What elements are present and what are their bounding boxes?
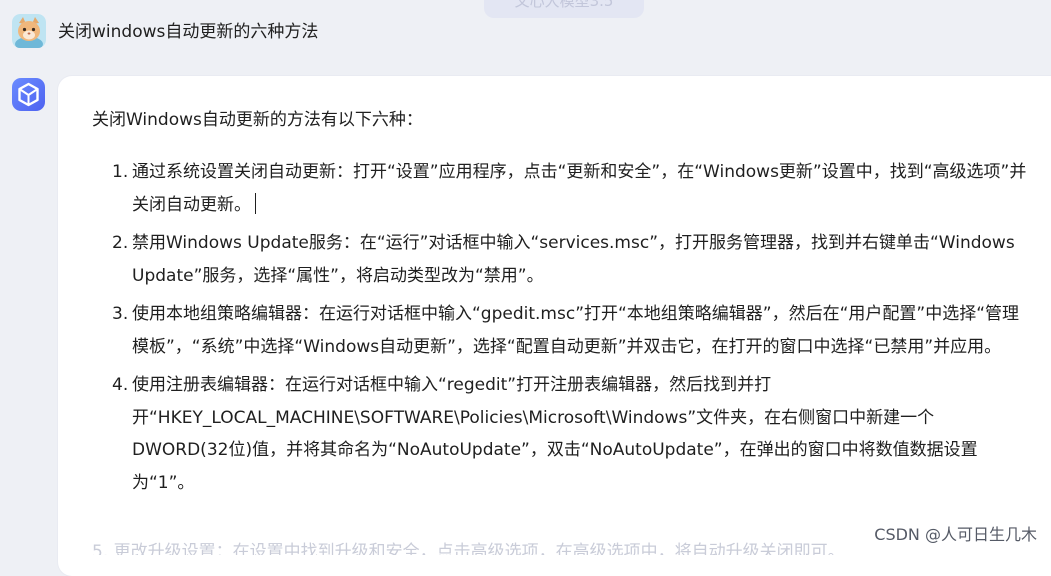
cat-avatar-icon (12, 14, 46, 48)
list-item-number: 4. (112, 375, 129, 395)
list-item-text: 使用注册表编辑器：在运行对话框中输入“regedit”打开注册表编辑器，然后找到… (132, 375, 978, 493)
list-item-number: 3. (112, 304, 129, 324)
list-item-number: 2. (112, 233, 129, 253)
answer-card: 关闭Windows自动更新的方法有以下六种： 1. 通过系统设置关闭自动更新：打… (58, 76, 1051, 576)
csdn-watermark: CSDN @人可日生几木 (874, 525, 1037, 544)
list-item-text: 使用本地组策略编辑器：在运行对话框中输入“gpedit.msc”打开“本地组策略… (132, 304, 1020, 357)
list-item: 4. 使用注册表编辑器：在运行对话框中输入“regedit”打开注册表编辑器，然… (92, 369, 1027, 499)
model-version-pill: 文心大模型3.5 (484, 0, 644, 18)
list-item: 1. 通过系统设置关闭自动更新：打开“设置”应用程序，点击“更新和安全”，在“W… (92, 156, 1027, 221)
answer-list: 1. 通过系统设置关闭自动更新：打开“设置”应用程序，点击“更新和安全”，在“W… (92, 156, 1027, 505)
text-cursor (255, 192, 256, 214)
user-question: 关闭windows自动更新的六种方法 (58, 22, 319, 42)
list-item-number: 1. (112, 162, 129, 182)
answer-intro: 关闭Windows自动更新的方法有以下六种： (92, 110, 423, 130)
model-version-text: 文心大模型3.5 (514, 0, 614, 10)
list-item-text: 通过系统设置关闭自动更新：打开“设置”应用程序，点击“更新和安全”，在“Wind… (132, 162, 1027, 215)
list-item: 3. 使用本地组策略编辑器：在运行对话框中输入“gpedit.msc”打开“本地… (92, 298, 1027, 363)
list-item: 2. 禁用Windows Update服务：在“运行”对话框中输入“servic… (92, 227, 1027, 292)
list-item-text: 禁用Windows Update服务：在“运行”对话框中输入“services.… (132, 233, 1015, 286)
faded-overflow-line: 5. 更改升级设置：在设置中找到升级和安全，点击高级选项，在高级选项中，将自动升… (92, 542, 845, 555)
ernie-bot-logo-icon (12, 78, 45, 111)
